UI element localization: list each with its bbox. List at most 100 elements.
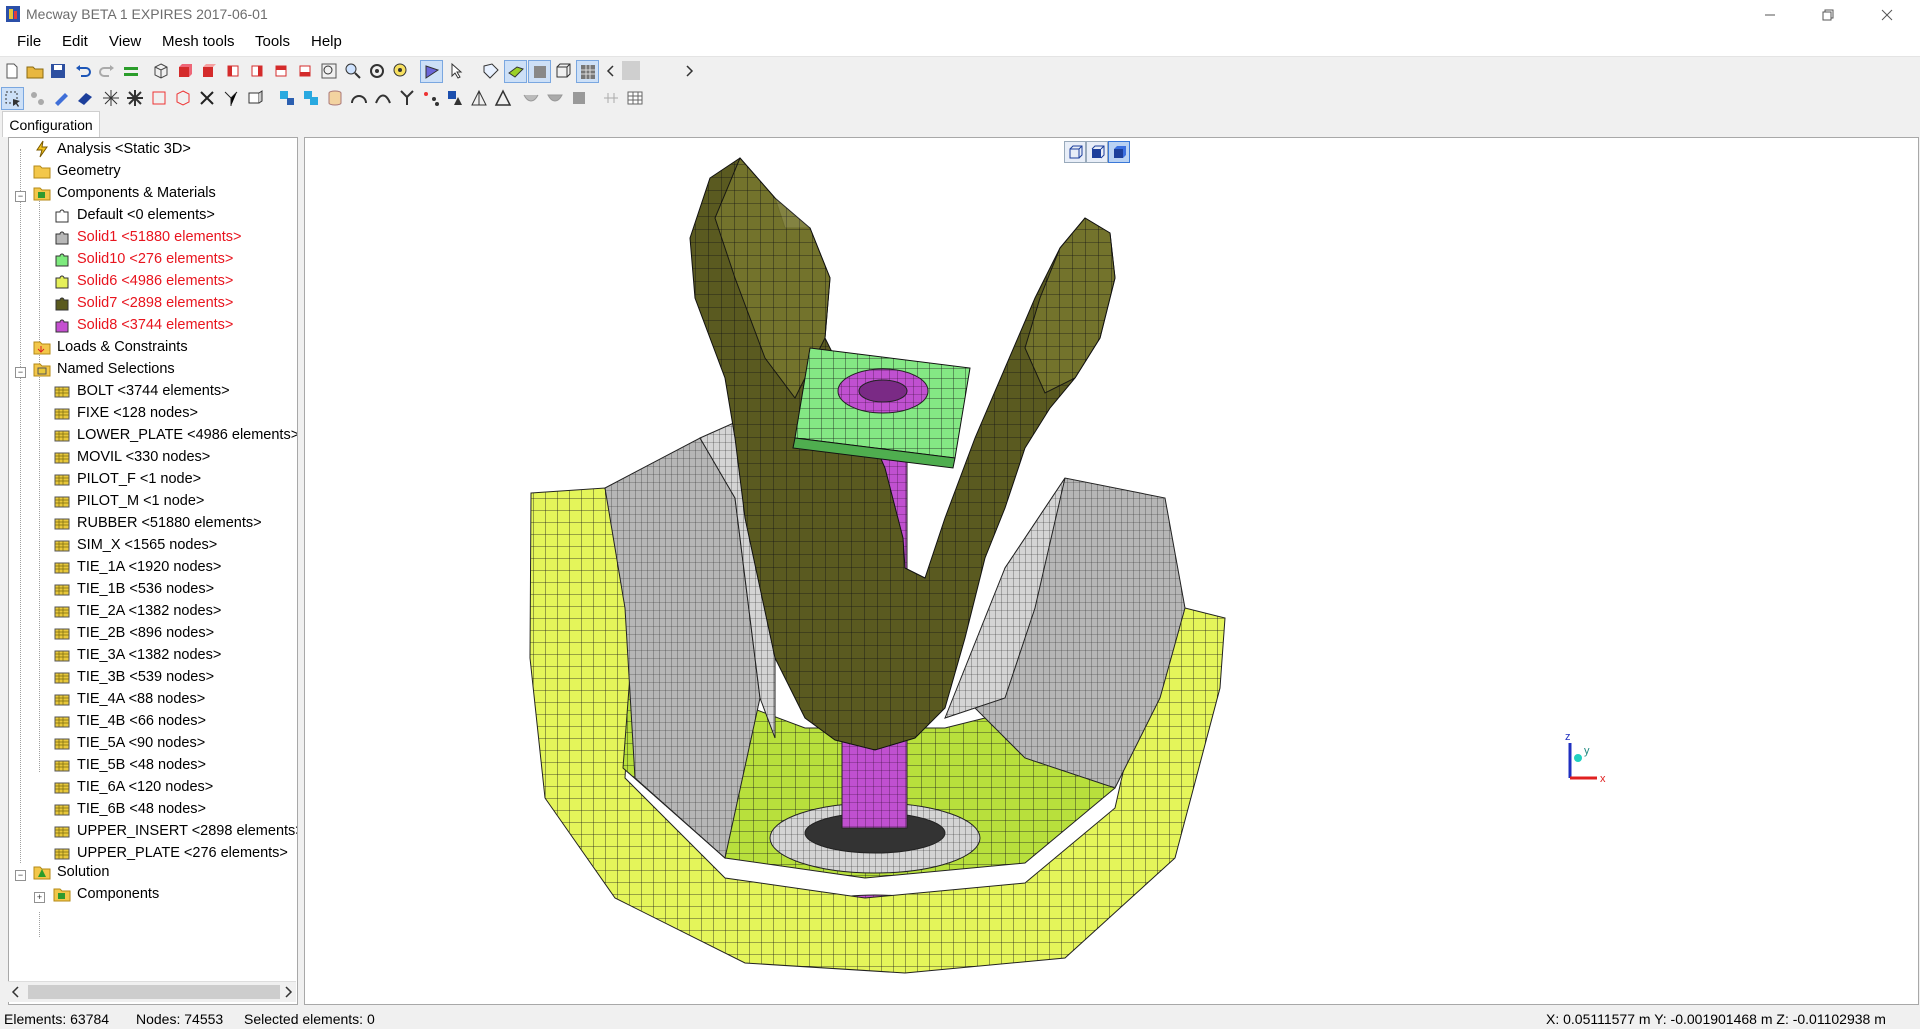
view-iso-button[interactable]	[150, 60, 171, 81]
scrollbar-thumb[interactable]	[28, 985, 280, 999]
pointer-dropdown-button[interactable]	[446, 60, 467, 81]
view-back-button[interactable]	[198, 60, 219, 81]
restore-button[interactable]	[1805, 0, 1851, 29]
menu-mesh-tools[interactable]: Mesh tools	[162, 33, 235, 50]
tetra-button[interactable]	[444, 87, 465, 108]
tree-item-component[interactable]: Solid8 <3744 elements>	[53, 314, 233, 336]
cylinder-button[interactable]	[324, 87, 345, 108]
triangle-button[interactable]	[468, 87, 489, 108]
measure-button[interactable]	[600, 87, 621, 108]
tree-item-analysis[interactable]: Analysis <Static 3D>	[33, 138, 191, 160]
menu-view[interactable]: View	[109, 33, 141, 50]
tree-item-named-selection[interactable]: PILOT_F <1 node>	[53, 468, 201, 490]
menu-file[interactable]: File	[17, 33, 41, 50]
zoom-window-button[interactable]	[390, 60, 411, 81]
mesh-view-button[interactable]	[480, 60, 501, 81]
tree-item-named-selection[interactable]: TIE_4B <66 nodes>	[53, 710, 206, 732]
tree-item-named-selection[interactable]: PILOT_M <1 node>	[53, 490, 204, 512]
tree-item-named-selection[interactable]: TIE_2A <1382 nodes>	[53, 600, 221, 622]
refine-button[interactable]	[124, 87, 145, 108]
tree-item-named-selection[interactable]: MOVIL <330 nodes>	[53, 446, 210, 468]
select-elements-button[interactable]	[1, 87, 24, 110]
tree-item-named-selection[interactable]: TIE_4A <88 nodes>	[53, 688, 205, 710]
tree-item-named-selection[interactable]: TIE_6A <120 nodes>	[53, 776, 213, 798]
zoom-button[interactable]	[342, 60, 363, 81]
cube-select-button[interactable]	[172, 87, 193, 108]
scatter-button[interactable]	[420, 87, 441, 108]
selection-mode-button[interactable]	[420, 60, 443, 83]
tree-item-named-selection[interactable]: FIXE <128 nodes>	[53, 402, 198, 424]
solve-button[interactable]	[120, 60, 141, 81]
table-button[interactable]	[624, 87, 645, 108]
tree-item-named-selection[interactable]: BOLT <3744 elements>	[53, 380, 230, 402]
tree-item-named-selection[interactable]: TIE_6B <48 nodes>	[53, 798, 206, 820]
shaded-view-button[interactable]	[504, 60, 527, 83]
branch-button[interactable]	[396, 87, 417, 108]
extrude-button[interactable]	[244, 87, 265, 108]
wireframe-view-button[interactable]	[552, 60, 573, 81]
tree-item-component[interactable]: Solid10 <276 elements>	[53, 248, 233, 270]
tree-item-loads[interactable]: Loads & Constraints	[33, 336, 188, 358]
select-faces-button[interactable]	[50, 87, 71, 108]
tree-item-named-selection[interactable]: TIE_5A <90 nodes>	[53, 732, 205, 754]
tree-item-solution-components[interactable]: Components	[53, 883, 159, 905]
menu-tools[interactable]: Tools	[255, 33, 290, 50]
tree-item-component[interactable]: Solid1 <51880 elements>	[53, 226, 241, 248]
solution-components-expander[interactable]: +	[34, 892, 45, 903]
shell-solid-button[interactable]	[544, 87, 565, 108]
tree-item-named-selection[interactable]: TIE_3A <1382 nodes>	[53, 644, 221, 666]
tree-item-named-selection[interactable]: TIE_1B <536 nodes>	[53, 578, 214, 600]
select-nodes-button[interactable]	[26, 87, 47, 108]
new-file-button[interactable]	[1, 60, 22, 81]
minimize-button[interactable]	[1747, 0, 1793, 29]
rotate-button[interactable]	[366, 60, 387, 81]
named-selections-expander[interactable]: −	[15, 367, 26, 378]
select-edges-button[interactable]	[74, 87, 95, 108]
menu-edit[interactable]: Edit	[62, 33, 88, 50]
history-back-button[interactable]	[600, 60, 621, 81]
tree-item-named-selections[interactable]: Named Selections	[33, 358, 175, 380]
shell-button[interactable]	[520, 87, 541, 108]
redo-button[interactable]	[96, 60, 117, 81]
tree-item-geometry[interactable]: Geometry	[33, 160, 121, 182]
components-expander[interactable]: −	[15, 191, 26, 202]
section-button[interactable]	[568, 87, 589, 108]
tree-item-named-selection[interactable]: RUBBER <51880 elements>	[53, 512, 262, 534]
model-viewport[interactable]: z x y	[304, 137, 1919, 1005]
tree-item-component[interactable]: Solid6 <4986 elements>	[53, 270, 233, 292]
tree-item-component[interactable]: Solid7 <2898 elements>	[53, 292, 233, 314]
close-button[interactable]	[1864, 0, 1910, 29]
delete-button[interactable]	[196, 87, 217, 108]
split-button[interactable]	[220, 87, 241, 108]
open-file-button[interactable]	[24, 60, 45, 81]
tree-item-named-selection[interactable]: LOWER_PLATE <4986 elements>	[53, 424, 297, 446]
view-right-button[interactable]	[246, 60, 267, 81]
view-left-button[interactable]	[222, 60, 243, 81]
tree-item-named-selection[interactable]: TIE_2B <896 nodes>	[53, 622, 214, 644]
save-button[interactable]	[47, 60, 68, 81]
undo-button[interactable]	[72, 60, 93, 81]
history-forward-button[interactable]	[678, 60, 699, 81]
mesh-lines-button[interactable]	[576, 60, 599, 83]
tree-item-solution[interactable]: Solution	[33, 861, 109, 883]
explode-button[interactable]	[100, 87, 121, 108]
copy-button[interactable]	[300, 87, 321, 108]
move-button[interactable]	[276, 87, 297, 108]
solid-view-button[interactable]	[528, 60, 551, 83]
tree-horizontal-scrollbar[interactable]	[8, 981, 296, 1002]
view-top-button[interactable]	[270, 60, 291, 81]
tree-item-named-selection[interactable]: TIE_3B <539 nodes>	[53, 666, 214, 688]
tree-item-component[interactable]: Default <0 elements>	[53, 204, 215, 226]
tree-item-components[interactable]: Components & Materials	[33, 182, 216, 204]
triangle-outline-button[interactable]	[492, 87, 513, 108]
zoom-fit-button[interactable]	[318, 60, 339, 81]
revolve-button[interactable]	[348, 87, 369, 108]
tree-item-named-selection[interactable]: UPPER_INSERT <2898 elements>	[53, 820, 297, 842]
sweep-button[interactable]	[372, 87, 393, 108]
menu-help[interactable]: Help	[311, 33, 342, 50]
tab-configuration[interactable]: Configuration	[2, 111, 100, 137]
solution-expander[interactable]: −	[15, 870, 26, 881]
tree-item-named-selection[interactable]: TIE_5B <48 nodes>	[53, 754, 206, 776]
tree-item-named-selection[interactable]: SIM_X <1565 nodes>	[53, 534, 217, 556]
view-bottom-button[interactable]	[294, 60, 315, 81]
